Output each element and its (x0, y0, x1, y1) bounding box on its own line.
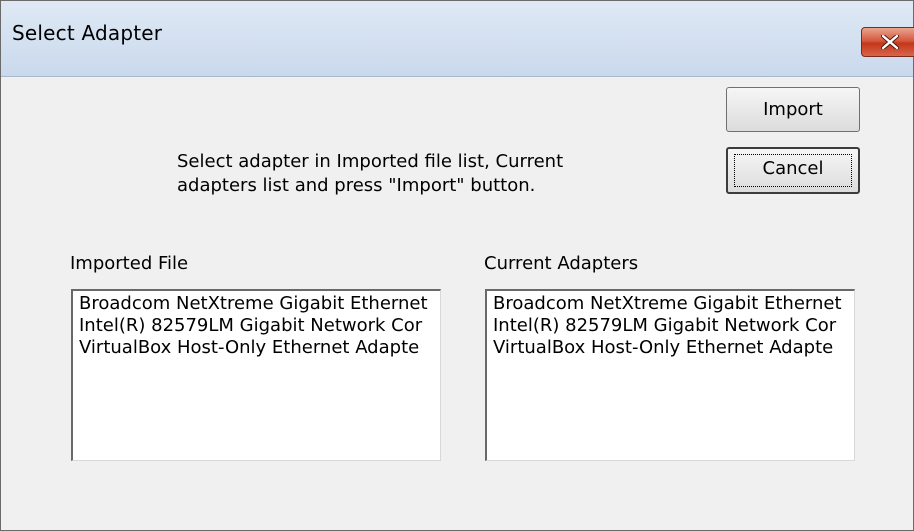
cancel-button[interactable]: Cancel (726, 147, 860, 194)
dialog-body: Import Cancel Select adapter in Imported… (1, 77, 913, 530)
imported-file-item[interactable]: VirtualBox Host-Only Ethernet Adapte (79, 337, 440, 359)
window-title: Select Adapter (12, 21, 163, 45)
title-bar[interactable]: Select Adapter (1, 1, 914, 77)
imported-file-label: Imported File (70, 253, 189, 274)
imported-file-item[interactable]: Intel(R) 82579LM Gigabit Network Cor (79, 315, 440, 337)
import-button-label: Import (763, 99, 823, 120)
close-icon (880, 35, 900, 49)
current-adapter-item[interactable]: VirtualBox Host-Only Ethernet Adapte (493, 337, 854, 359)
instructions-text: Select adapter in Imported file list, Cu… (177, 151, 564, 196)
current-adapters-label: Current Adapters (484, 253, 639, 274)
select-adapter-dialog: Select Adapter Import Cancel Select adap… (0, 0, 914, 531)
current-adapter-item[interactable]: Broadcom NetXtreme Gigabit Ethernet (493, 293, 854, 315)
close-button[interactable] (861, 27, 914, 57)
current-adapter-item[interactable]: Intel(R) 82579LM Gigabit Network Cor (493, 315, 854, 337)
cancel-button-label: Cancel (762, 158, 824, 179)
imported-file-item[interactable]: Broadcom NetXtreme Gigabit Ethernet (79, 293, 440, 315)
current-adapters-list[interactable]: Broadcom NetXtreme Gigabit Ethernet Inte… (485, 289, 855, 461)
import-button[interactable]: Import (726, 87, 860, 132)
imported-file-list[interactable]: Broadcom NetXtreme Gigabit Ethernet Inte… (71, 289, 441, 461)
